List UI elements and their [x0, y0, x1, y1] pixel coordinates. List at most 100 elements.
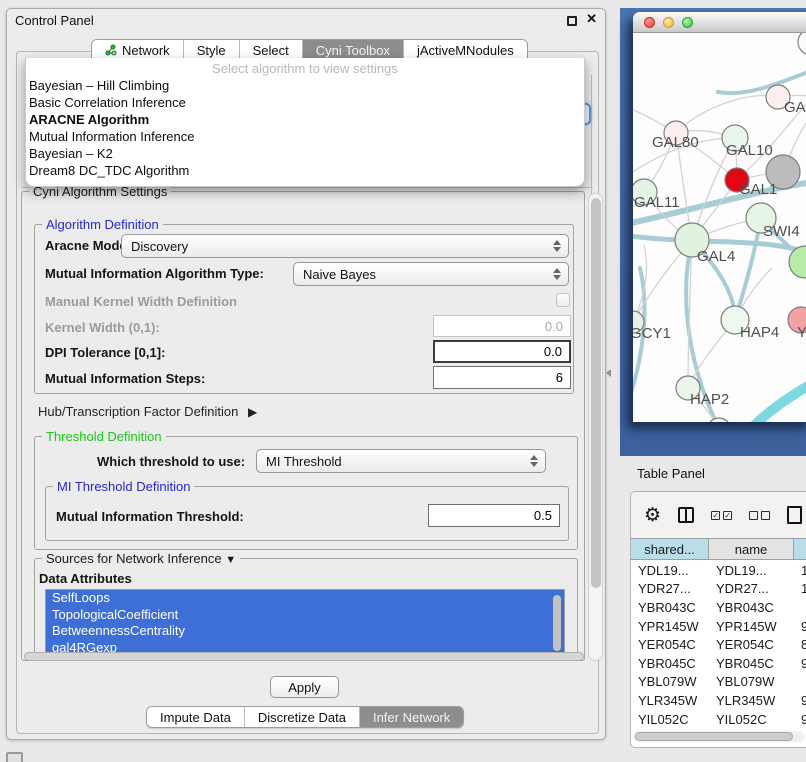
network-window-titlebar[interactable]: [633, 12, 806, 33]
table-column-header[interactable]: [794, 539, 806, 559]
algorithm-option[interactable]: Dream8 DC_TDC Algorithm: [26, 162, 584, 179]
tab-infer-network[interactable]: Infer Network: [360, 707, 463, 727]
data-attribute-item[interactable]: BetweennessCentrality: [46, 623, 564, 640]
new-table-icon[interactable]: [787, 506, 802, 524]
which-threshold-combo[interactable]: MI Threshold: [256, 449, 546, 473]
network-node-label: GAL: [784, 99, 806, 116]
table-cell: YDL19...: [709, 563, 794, 578]
table-row[interactable]: YBR045CYBR045C9.: [631, 654, 806, 673]
combo-stepper-icon: [553, 240, 561, 252]
close-icon[interactable]: ✕: [586, 11, 597, 27]
sources-legend-text: Sources for Network Inference: [46, 551, 222, 566]
mi-type-label: Mutual Information Algorithm Type:: [45, 266, 264, 281]
data-attribute-item[interactable]: TopologicalCoefficient: [46, 607, 564, 624]
gear-icon[interactable]: ⚙: [644, 506, 661, 525]
network-node-label: GAL4: [697, 248, 735, 265]
algorithm-option[interactable]: ARACNE Algorithm: [26, 111, 584, 128]
table-row[interactable]: YPR145WYPR145W9.: [631, 617, 806, 636]
tab-label: jActiveMNodules: [417, 43, 514, 58]
tab-impute-data[interactable]: Impute Data: [147, 707, 245, 727]
table-row[interactable]: YER054CYER054C8.: [631, 635, 806, 654]
algorithm-option[interactable]: Basic Correlation Inference: [26, 94, 584, 111]
table-hscroll-track[interactable]: [633, 731, 805, 742]
network-node-label: GCY1: [633, 325, 671, 342]
table-panel-title: Table Panel: [637, 466, 705, 481]
table-column-header[interactable]: shared...: [631, 539, 709, 559]
table-row[interactable]: YDL19...YDL19...13: [631, 561, 806, 580]
apply-button[interactable]: Apply: [270, 676, 339, 698]
table-panel: ⚙ ✓ ✓ shared...name YDL19...YDL19...13YD…: [630, 491, 806, 748]
tab-cyni-toolbox[interactable]: Cyni Toolbox: [303, 40, 404, 60]
float-window-icon[interactable]: [567, 16, 577, 26]
sources-legend: Sources for Network Inference ▼: [42, 551, 240, 566]
combo-stepper-icon: [530, 455, 538, 467]
which-threshold-value: MI Threshold: [266, 454, 342, 469]
table-row[interactable]: YBL079WYBL079W: [631, 673, 806, 692]
bottom-tabbar: Impute DataDiscretize DataInfer Network: [146, 706, 464, 728]
deselect-all-icon[interactable]: [749, 511, 770, 520]
settings-vscroll-track[interactable]: [588, 193, 603, 661]
combo-stepper-icon: [553, 268, 561, 280]
data-attribute-item[interactable]: SelfLoops: [46, 590, 564, 607]
hub-definition-label: Hub/Transcription Factor Definition: [38, 404, 238, 419]
mi-threshold-label: Mutual Information Threshold:: [56, 509, 244, 524]
aracne-mode-combo[interactable]: Discovery: [121, 234, 569, 258]
minimize-traffic-light-icon[interactable]: [663, 17, 674, 28]
data-attributes-label: Data Attributes: [39, 571, 132, 586]
tab-select[interactable]: Select: [240, 40, 303, 60]
tab-style[interactable]: Style: [184, 40, 240, 60]
threshold-definition-group: Threshold Definition Which threshold to …: [34, 436, 578, 550]
manual-kernel-checkbox[interactable]: [556, 293, 570, 307]
tab-network[interactable]: Network: [92, 40, 184, 60]
table-cell: YLR345W: [631, 693, 709, 708]
kernel-width-label: Kernel Width (0,1):: [45, 320, 160, 335]
algorithm-option[interactable]: Bayesian – Hill Climbing: [26, 77, 584, 94]
dpi-tolerance-field[interactable]: 0.0: [433, 340, 571, 363]
settings-vscroll-thumb[interactable]: [591, 198, 601, 588]
zoom-traffic-light-icon[interactable]: [682, 17, 693, 28]
table-row[interactable]: YBR043CYBR043C: [631, 598, 806, 617]
table-cell: YDR27...: [631, 581, 709, 596]
table-cell: YBR043C: [709, 600, 794, 615]
table-cell: YBR045C: [709, 656, 794, 671]
tab-discretize-data[interactable]: Discretize Data: [245, 707, 360, 727]
attributes-vscroll-thumb[interactable]: [553, 595, 561, 651]
table-column-header[interactable]: name: [709, 539, 794, 559]
select-all-icon[interactable]: ✓ ✓: [711, 511, 732, 520]
settings-hscroll-thumb[interactable]: [24, 652, 584, 661]
hub-definition-toggle[interactable]: Hub/Transcription Factor Definition ▶: [38, 404, 257, 419]
close-traffic-light-icon[interactable]: [644, 17, 655, 28]
table-cell: 9.: [794, 712, 806, 727]
threshold-definition-legend: Threshold Definition: [42, 429, 166, 444]
table-hscroll-thumb[interactable]: [635, 732, 793, 741]
network-node[interactable]: [798, 33, 806, 55]
dpi-tolerance-label: DPI Tolerance [0,1]:: [45, 345, 165, 360]
table-row[interactable]: YDR27...YDR27...12: [631, 580, 806, 599]
show-columns-icon[interactable]: [678, 507, 694, 523]
minimized-panel-icon[interactable]: [6, 752, 23, 762]
which-threshold-label: Which threshold to use:: [97, 454, 245, 469]
table-cell: 9.: [794, 619, 806, 634]
network-canvas[interactable]: GALGAL80GAL10GAL1GAL11SWI4GAL4GCY1HAP4YH…: [633, 33, 806, 422]
network-node-label: GAL1: [739, 181, 777, 198]
panel-splitter-handle[interactable]: [606, 369, 611, 377]
table-header-row: shared...name: [631, 538, 806, 560]
mi-steps-label: Mutual Information Steps:: [45, 371, 205, 386]
chevron-down-icon[interactable]: ▼: [225, 554, 236, 566]
table-body: YDL19...YDL19...13YDR27...YDR27...12YBR0…: [631, 561, 806, 728]
kernel-width-field[interactable]: 0.0: [433, 315, 571, 337]
tab-jactivemnodules[interactable]: jActiveMNodules: [404, 40, 527, 60]
table-cell: YBR043C: [631, 600, 709, 615]
table-row[interactable]: YLR345WYLR345W9.: [631, 691, 806, 710]
table-row[interactable]: YIL052CYIL052C9.: [631, 710, 806, 729]
network-node[interactable]: [707, 418, 731, 422]
table-cell: YLR345W: [709, 693, 794, 708]
mi-steps-field[interactable]: 6: [433, 366, 571, 389]
algorithm-option[interactable]: Bayesian – K2: [26, 145, 584, 162]
aracne-mode-value: Discovery: [131, 239, 188, 254]
network-node-label: GAL80: [652, 134, 699, 151]
mi-threshold-field[interactable]: 0.5: [428, 504, 560, 527]
mi-type-combo[interactable]: Naive Bayes: [293, 262, 569, 286]
algorithm-option[interactable]: Mutual Information Inference: [26, 128, 584, 145]
algorithm-definition-group: Algorithm Definition Aracne Mode: Discov…: [34, 224, 574, 394]
